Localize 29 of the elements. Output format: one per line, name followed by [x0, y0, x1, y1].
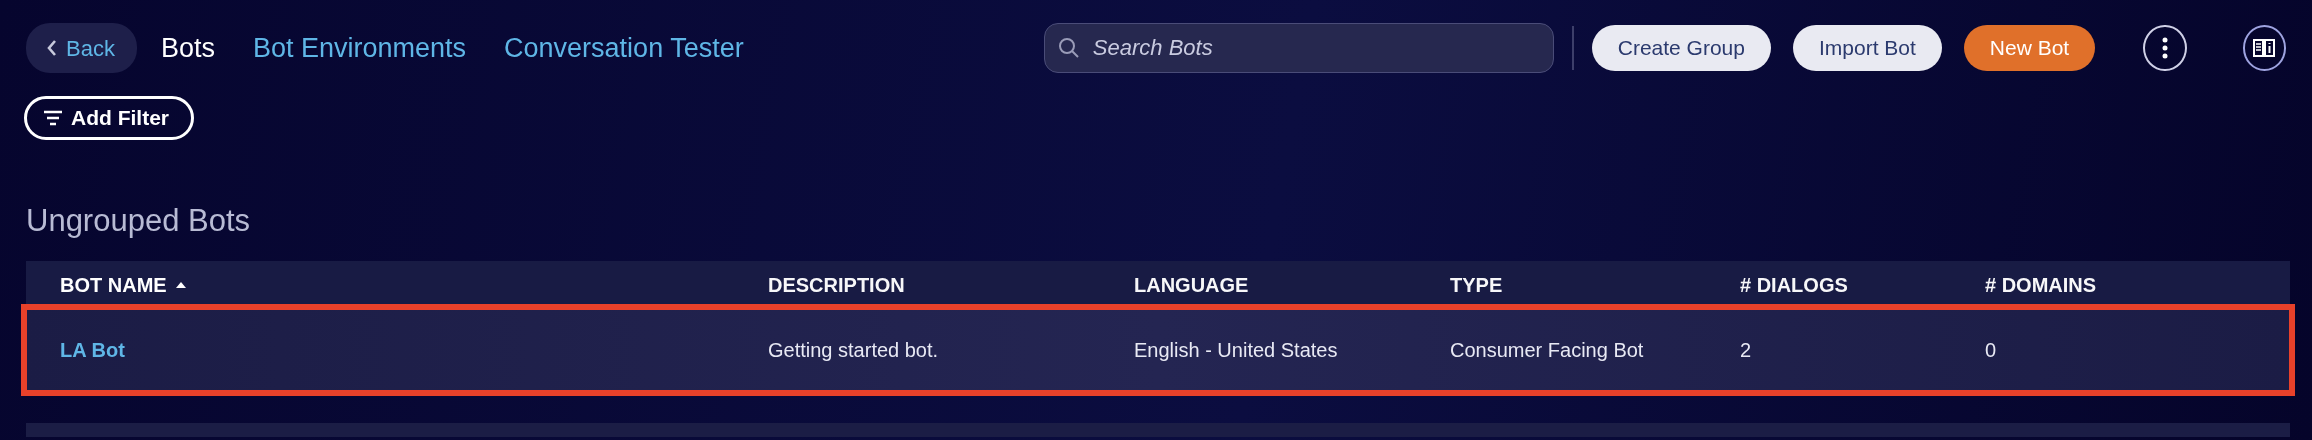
- nav-tab[interactable]: Bot Environments: [252, 27, 467, 69]
- table-cell: English - United States: [1134, 339, 1338, 362]
- table-cell: 2: [1740, 339, 1752, 362]
- help-button[interactable]: [2242, 25, 2286, 71]
- more-button[interactable]: [2143, 25, 2187, 71]
- column-header[interactable]: # DOMAINS: [1985, 270, 2097, 301]
- table-cell: Consumer Facing Bot: [1450, 339, 1644, 362]
- column-header[interactable]: TYPE: [1450, 270, 1503, 301]
- back-button[interactable]: Back: [26, 23, 137, 73]
- action-button[interactable]: Import Bot: [1792, 25, 1942, 71]
- column-header[interactable]: DESCRIPTION: [768, 270, 905, 301]
- section-title: Ungrouped Bots: [26, 202, 252, 240]
- book-icon: [2252, 36, 2277, 60]
- nav-tab[interactable]: Bots: [160, 27, 215, 69]
- search-field[interactable]: Search Bots: [1043, 23, 1554, 73]
- sort-icon: [174, 280, 187, 291]
- column-header[interactable]: BOT NAME: [60, 270, 167, 301]
- table-cell: 0: [1985, 339, 1997, 362]
- nav-tab[interactable]: Conversation Tester: [504, 27, 744, 69]
- bot-name-link[interactable]: LA Bot: [60, 339, 125, 362]
- search-icon: [1057, 37, 1080, 59]
- chevron-left-icon: [46, 39, 58, 57]
- table-cell: Getting started bot.: [768, 339, 939, 362]
- column-header[interactable]: # DIALOGS: [1740, 270, 1848, 301]
- action-button[interactable]: Create Group: [1591, 25, 1771, 71]
- column-header[interactable]: LANGUAGE: [1134, 270, 1249, 301]
- kebab-icon: [2161, 37, 2168, 59]
- filter-icon: [43, 110, 63, 126]
- add-filter-button[interactable]: Add Filter: [24, 96, 194, 140]
